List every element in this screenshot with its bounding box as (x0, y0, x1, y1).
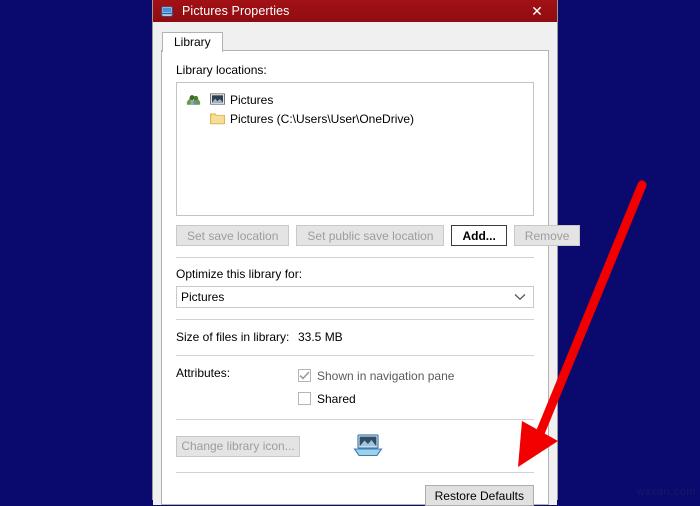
change-library-icon-button[interactable]: Change library icon... (176, 435, 300, 457)
list-item-label: Pictures (230, 92, 274, 107)
tab-strip: Library (162, 29, 549, 52)
optimize-combobox[interactable]: Pictures (176, 286, 534, 308)
divider (176, 472, 534, 473)
attributes-checkbox-group: Shown in navigation pane Shared (298, 366, 454, 408)
library-group: Pictures Pictures (C:\Users\User\OneDriv… (183, 90, 529, 128)
library-item-list: Pictures Pictures (C:\Users\User\OneDriv… (209, 90, 414, 128)
size-row: Size of files in library: 33.5 MB (176, 330, 534, 344)
chevron-down-icon[interactable] (514, 287, 526, 307)
folder-icon (209, 111, 226, 127)
set-save-location-button[interactable]: Set save location (176, 225, 290, 246)
size-value: 33.5 MB (298, 330, 343, 344)
checkbox-label: Shared (317, 391, 356, 406)
checkbox-shared[interactable]: Shared (298, 389, 454, 408)
checkbox-icon-unchecked[interactable] (298, 392, 311, 405)
library-pictures-icon (159, 3, 175, 19)
pictures-properties-dialog: Pictures Properties ✕ Library Library lo… (152, 0, 581, 506)
optimize-selected-value: Pictures (181, 290, 225, 304)
checkbox-shown-in-navigation-pane[interactable]: Shown in navigation pane (298, 366, 454, 385)
dialog-title: Pictures Properties (182, 4, 290, 18)
remove-button[interactable]: Remove (513, 225, 581, 246)
divider (176, 319, 534, 320)
attributes-label: Attributes: (176, 366, 231, 380)
restore-defaults-row: Restore Defaults (176, 485, 534, 506)
restore-defaults-button[interactable]: Restore Defaults (424, 485, 534, 506)
tab-library[interactable]: Library (162, 32, 223, 52)
attributes-block: Attributes: Shown in navigation pane Sha… (176, 366, 534, 408)
picture-icon (209, 92, 226, 108)
watermark: wsxdn.com (636, 486, 696, 498)
checkbox-icon-checked[interactable] (298, 369, 311, 382)
divider (176, 355, 534, 356)
library-locations-label: Library locations: (176, 63, 267, 77)
add-button[interactable]: Add... (451, 225, 507, 246)
dialog-titlebar[interactable]: Pictures Properties ✕ (153, 0, 557, 22)
pictures-library-large-icon (352, 431, 384, 461)
location-buttons-row: Set save location Set public save locati… (176, 225, 581, 246)
close-icon[interactable]: ✕ (517, 0, 557, 22)
pictures-library-icon (183, 91, 203, 109)
library-locations-listbox[interactable]: Pictures Pictures (C:\Users\User\OneDriv… (176, 82, 534, 216)
list-item-label: Pictures (C:\Users\User\OneDrive) (230, 111, 415, 126)
list-item[interactable]: Pictures (C:\Users\User\OneDrive) (209, 109, 414, 128)
list-item[interactable]: Pictures (209, 90, 414, 109)
size-label: Size of files in library: (176, 330, 290, 344)
change-icon-row: Change library icon... (176, 431, 534, 461)
dialog-body: Library Library locations: Pictures Pict… (153, 22, 581, 506)
divider (176, 257, 534, 258)
checkbox-label: Shown in navigation pane (317, 368, 455, 383)
optimize-label: Optimize this library for: (176, 267, 303, 281)
set-public-save-location-button[interactable]: Set public save location (296, 225, 445, 246)
divider (176, 419, 534, 420)
tab-panel-library: Library locations: Pictures Pictures (C:… (161, 50, 581, 506)
